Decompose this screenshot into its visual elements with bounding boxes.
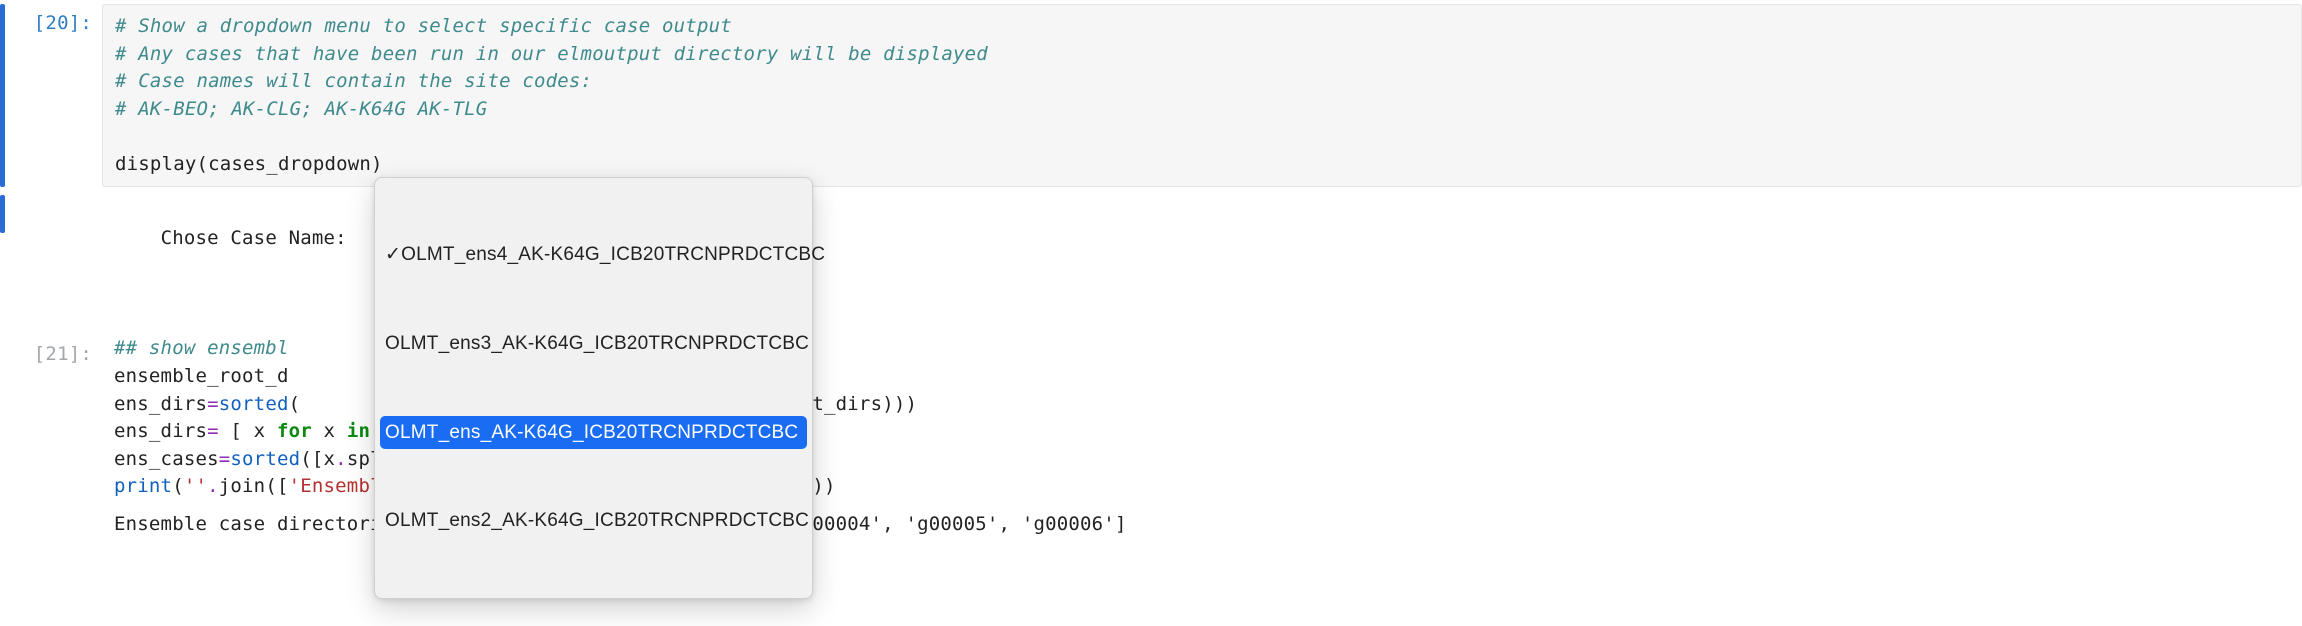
code-text: [ x [230, 420, 277, 442]
input-prompt: [21]: [17, 335, 102, 365]
code-text: ensemble_root_d [114, 365, 289, 387]
dropdown-option-label: OLMT_ens4_AK-K64G_ICB20TRCNPRDCTCBC [401, 241, 825, 269]
dropdown-option-label: OLMT_ens3_AK-K64G_ICB20TRCNPRDCTCBC [385, 330, 809, 358]
case-dropdown-menu[interactable]: ✓ OLMT_ens4_AK-K64G_ICB20TRCNPRDCTCBC OL… [374, 177, 813, 599]
code-text: join [219, 475, 266, 497]
dropdown-option[interactable]: OLMT_ens3_AK-K64G_ICB20TRCNPRDCTCBC [375, 327, 812, 361]
builtin: sorted [230, 448, 300, 470]
check-icon: ✓ [383, 241, 401, 269]
keyword: in [347, 420, 370, 442]
code-text: ([x [300, 448, 335, 470]
comment: # Case names will contain the site codes… [115, 70, 592, 92]
dropdown-option-label: OLMT_ens_AK-K64G_ICB20TRCNPRDCTCBC [385, 419, 798, 447]
cell-21: [21]: ## show ensembl ensemble_root_d /"… [0, 335, 2302, 500]
string-literal: '' [184, 475, 207, 497]
code-text: ( [172, 475, 184, 497]
dropdown-option-label: OLMT_ens2_AK-K64G_ICB20TRCNPRDCTCBC [385, 507, 809, 535]
dropdown-option-highlighted[interactable]: OLMT_ens_AK-K64G_ICB20TRCNPRDCTCBC [380, 416, 807, 450]
comment: # Any cases that have been run in our el… [115, 43, 988, 65]
operator: = [207, 393, 219, 415]
execution-indicator [0, 4, 5, 187]
output-prompt-spacer [17, 195, 102, 203]
code-text: ens_cases [114, 448, 219, 470]
comment: # AK-BEO; AK-CLG; AK-K64G AK-TLG [115, 98, 487, 120]
builtin: print [114, 475, 172, 497]
dropdown-option[interactable]: OLMT_ens2_AK-K64G_ICB20TRCNPRDCTCBC [375, 504, 812, 538]
cell-20-output-row: Chose Case Name: ✓ OLMT_ens4_AK-K64G_ICB… [0, 195, 2302, 313]
cell-20: [20]: # Show a dropdown menu to select s… [0, 4, 2302, 187]
dropdown-option[interactable]: ✓ OLMT_ens4_AK-K64G_ICB20TRCNPRDCTCBC [375, 238, 812, 272]
operator: = [219, 448, 231, 470]
keyword: for [277, 420, 312, 442]
operator: . [335, 448, 347, 470]
dropdown-label: Chose Case Name: [161, 227, 359, 249]
output-prompt-spacer [17, 509, 102, 517]
cell-20-output: Chose Case Name: ✓ OLMT_ens4_AK-K64G_ICB… [102, 195, 2302, 313]
code-text: ([ [265, 475, 288, 497]
code-line: display(cases_dropdown) [115, 153, 383, 175]
code-text: ( [289, 393, 301, 415]
execution-indicator [0, 195, 5, 233]
code-text: ens_dirs [114, 420, 207, 442]
operator: = [207, 420, 219, 442]
cell-21-output-row: Ensemble case directories: ['g00001', 'g… [0, 509, 2302, 545]
code-text: ens_dirs [114, 393, 207, 415]
comment: ## show ensembl [114, 337, 289, 359]
operator: . [207, 475, 219, 497]
input-prompt: [20]: [17, 4, 102, 34]
code-text: x [312, 420, 347, 442]
builtin: sorted [219, 393, 289, 415]
comment: # Show a dropdown menu to select specifi… [115, 15, 732, 37]
code-input-cell-20[interactable]: # Show a dropdown menu to select specifi… [102, 4, 2302, 187]
